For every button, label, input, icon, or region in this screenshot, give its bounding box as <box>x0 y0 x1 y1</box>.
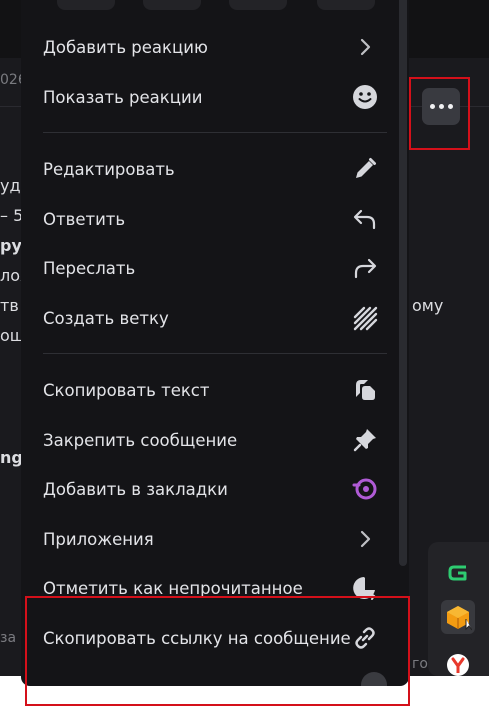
text-fragment-8: ng <box>0 448 23 467</box>
pin-icon <box>351 426 379 454</box>
menu-item-copy-text[interactable]: Скопировать текст <box>31 368 391 412</box>
menu-item-bookmark[interactable]: Добавить в закладки <box>31 467 391 511</box>
menu-scrollbar[interactable] <box>399 0 407 566</box>
dot-icon <box>438 104 444 109</box>
text-fragment-3: ру <box>0 236 22 255</box>
copy-icon <box>351 376 379 404</box>
menu-item-label: Редактировать <box>43 159 175 179</box>
menu-item-reply[interactable]: Ответить <box>31 197 391 241</box>
text-fragment-2: – 5 <box>0 206 24 225</box>
menu-item-copy-link[interactable]: Скопировать ссылку на сообщение <box>31 616 391 660</box>
text-fragment-6: ому <box>412 296 444 315</box>
quick-reaction-button[interactable] <box>143 0 201 10</box>
dot-icon <box>447 104 453 109</box>
orange-box-app-icon[interactable] <box>441 600 475 634</box>
pencil-icon <box>351 155 379 183</box>
menu-item-apps[interactable]: Приложения <box>31 517 391 561</box>
smiley-icon <box>351 83 379 111</box>
menu-item-label: Ответить <box>43 209 126 229</box>
menu-item-label: Закрепить сообщение <box>43 430 238 450</box>
menu-item-label: Переслать <box>43 258 136 278</box>
chevron-right-icon <box>351 33 379 61</box>
link-icon <box>351 624 379 652</box>
menu-next-item-icon <box>361 672 387 686</box>
menu-item-edit[interactable]: Редактировать <box>31 147 391 191</box>
menu-item-label: Скопировать текст <box>43 380 210 400</box>
forward-arrow-icon <box>351 254 379 282</box>
menu-item-label: Добавить в закладки <box>43 479 228 499</box>
menu-item-label: Показать реакции <box>43 87 203 107</box>
reply-arrow-icon <box>351 205 379 233</box>
dot-icon <box>429 104 435 109</box>
menu-item-create-thread[interactable]: Создать ветку <box>31 296 391 340</box>
chevron-right-icon <box>351 525 379 553</box>
text-fragment-5: тв <box>0 296 19 315</box>
text-fragment-9: за <box>0 630 17 646</box>
menu-item-pin[interactable]: Закрепить сообщение <box>31 418 391 462</box>
menu-item-label: Скопировать ссылку на сообщение <box>43 628 351 648</box>
message-context-menu: Добавить реакцию Показать реакции Редакт… <box>21 0 409 686</box>
quick-reaction-button[interactable] <box>229 0 287 10</box>
bookmark-icon <box>351 475 379 503</box>
more-options-button[interactable] <box>422 88 460 125</box>
menu-item-label: Добавить реакцию <box>43 37 208 57</box>
yandex-browser-icon[interactable] <box>441 654 475 676</box>
menu-item-label: Приложения <box>43 529 154 549</box>
menu-item-forward[interactable]: Переслать <box>31 246 391 290</box>
menu-separator <box>43 353 387 354</box>
menu-item-label: Отметить как непрочитанное <box>43 578 303 598</box>
menu-item-add-reaction[interactable]: Добавить реакцию <box>31 25 391 69</box>
thread-icon <box>351 304 379 332</box>
menu-item-mark-unread[interactable]: Отметить как непрочитанное <box>31 566 391 610</box>
menu-item-label: Создать ветку <box>43 308 169 328</box>
green-g-app-icon[interactable] <box>441 556 475 590</box>
menu-item-show-reactions[interactable]: Показать реакции <box>31 75 391 119</box>
mark-unread-icon <box>351 574 379 602</box>
quick-reaction-button[interactable] <box>317 0 375 10</box>
quick-reaction-button[interactable] <box>57 0 115 10</box>
menu-separator <box>43 132 387 133</box>
